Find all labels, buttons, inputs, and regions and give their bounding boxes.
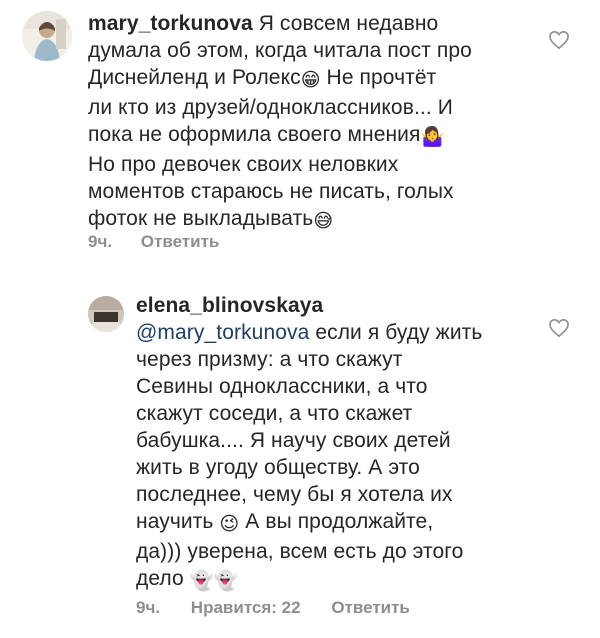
- comment-2-line-3: Севины одноклассники, а что: [136, 375, 428, 398]
- like-button-comment-2[interactable]: [548, 318, 570, 338]
- avatar-elena-blinovskaya[interactable]: [88, 296, 124, 332]
- heart-outline-icon: [549, 318, 569, 338]
- comment-1-line-3b: Не прочтёт: [320, 66, 437, 89]
- comment-2-line-1: если я буду жить: [309, 321, 483, 344]
- comment-2-username[interactable]: elena_blinovskaya: [136, 294, 323, 317]
- grin-emoji: 😁: [300, 70, 321, 91]
- comment-2-line-8b: А вы продолжайте,: [239, 510, 434, 533]
- comment-2-line-5: бабушка.... Я научу своих детей: [136, 429, 451, 452]
- like-button-comment-1[interactable]: [548, 30, 570, 50]
- comment-2-line-9: да))) уверена, всем есть до этого: [136, 540, 464, 563]
- comment-1-line-4: ли кто из друзей/одноклассников... И: [88, 96, 453, 119]
- ghost-emoji: 👻: [189, 571, 214, 592]
- comment-1-time[interactable]: 9ч.: [88, 232, 112, 252]
- shrug-emoji: 🤷‍♀️: [420, 127, 445, 148]
- comment-2-mention-link[interactable]: @mary_torkunova: [136, 321, 309, 344]
- avatar-photo-icon: [88, 296, 124, 332]
- ghost-emoji: 👻: [213, 571, 238, 592]
- comment-1-line-1: Я совсем недавно: [258, 12, 439, 35]
- comment-1-line-5: пока не оформила своего мнения: [88, 123, 421, 146]
- comment-1-line-3: Диснейленд и Ролекс: [88, 66, 301, 89]
- comment-1-meta: 9ч. Ответить: [88, 232, 219, 252]
- comment-2-time[interactable]: 9ч.: [136, 598, 160, 618]
- comment-1-username[interactable]: mary_torkunova: [88, 12, 253, 35]
- sweat-smile-emoji: 😅: [313, 211, 334, 232]
- comment-1: mary_torkunova Я совсем недавно думала о…: [0, 0, 600, 260]
- comment-2-line-8: научить: [136, 510, 214, 533]
- comment-2-likes-count[interactable]: Нравится: 22: [191, 598, 301, 618]
- avatar-photo-icon: [22, 11, 72, 61]
- heart-outline-icon: [549, 30, 569, 50]
- comment-1-text: mary_torkunova Я совсем недавно думала о…: [88, 10, 548, 235]
- avatar-mary-torkunova[interactable]: [22, 11, 72, 61]
- comment-1-line-6: Но про девочек своих неловких: [88, 153, 399, 176]
- comment-2-line-2: через призму: а что скажут: [136, 348, 403, 371]
- comment-1-line-8: фоток не выкладывать: [88, 207, 314, 230]
- comment-2-line-6: жить в угоду обществу. А это: [136, 456, 420, 479]
- comment-2-line-10: дело: [136, 567, 184, 590]
- comment-1-reply-button[interactable]: Ответить: [141, 232, 220, 252]
- comment-2-line-7: последнее, чему бы я хотела их: [136, 483, 453, 506]
- comment-1-line-7: моментов стараюсь не писать, голых: [88, 180, 454, 203]
- comment-2-line-4: скажут соседи, а что скажет: [136, 402, 413, 425]
- comment-1-line-2: думала об этом, когда читала пост про: [88, 39, 472, 62]
- comment-2-meta: 9ч. Нравится: 22 Ответить: [136, 598, 410, 618]
- comment-2-text: elena_blinovskaya @mary_torkunova если я…: [136, 292, 548, 595]
- comment-2-reply-button[interactable]: Ответить: [331, 598, 410, 618]
- comment-2: elena_blinovskaya @mary_torkunova если я…: [0, 280, 600, 630]
- wink-emoji: 😉: [219, 514, 240, 535]
